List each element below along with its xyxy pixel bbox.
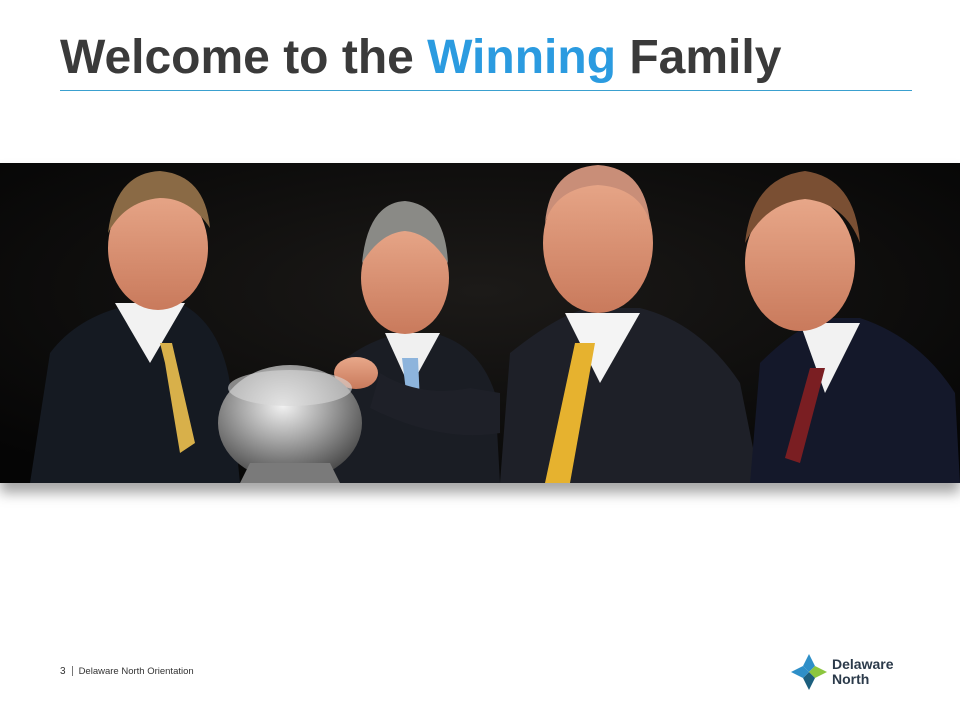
executives-photo-image	[0, 163, 960, 483]
title-text-start: Welcome to the	[60, 31, 428, 84]
page-number: 3	[60, 665, 66, 677]
footer-separator	[71, 666, 73, 676]
logo-wordmark: Delaware North	[832, 657, 893, 687]
slide-footer: 3 Delaware North Orientation	[60, 664, 194, 678]
logo-line-1: Delaware	[832, 656, 894, 672]
logo-line-2: North	[832, 671, 870, 687]
slide: Welcome to the Winning Family 3 Delaware…	[0, 0, 960, 720]
executives-photo	[0, 163, 960, 483]
slide-title: Welcome to the Winning Family	[60, 28, 781, 88]
footer-label: Delaware North Orientation	[78, 665, 194, 677]
delaware-north-logo: Delaware North	[790, 652, 893, 692]
compass-star-icon	[791, 654, 827, 690]
title-text-end: Family	[616, 31, 782, 84]
title-accent-word: Winning	[427, 31, 617, 84]
title-divider	[60, 90, 912, 91]
